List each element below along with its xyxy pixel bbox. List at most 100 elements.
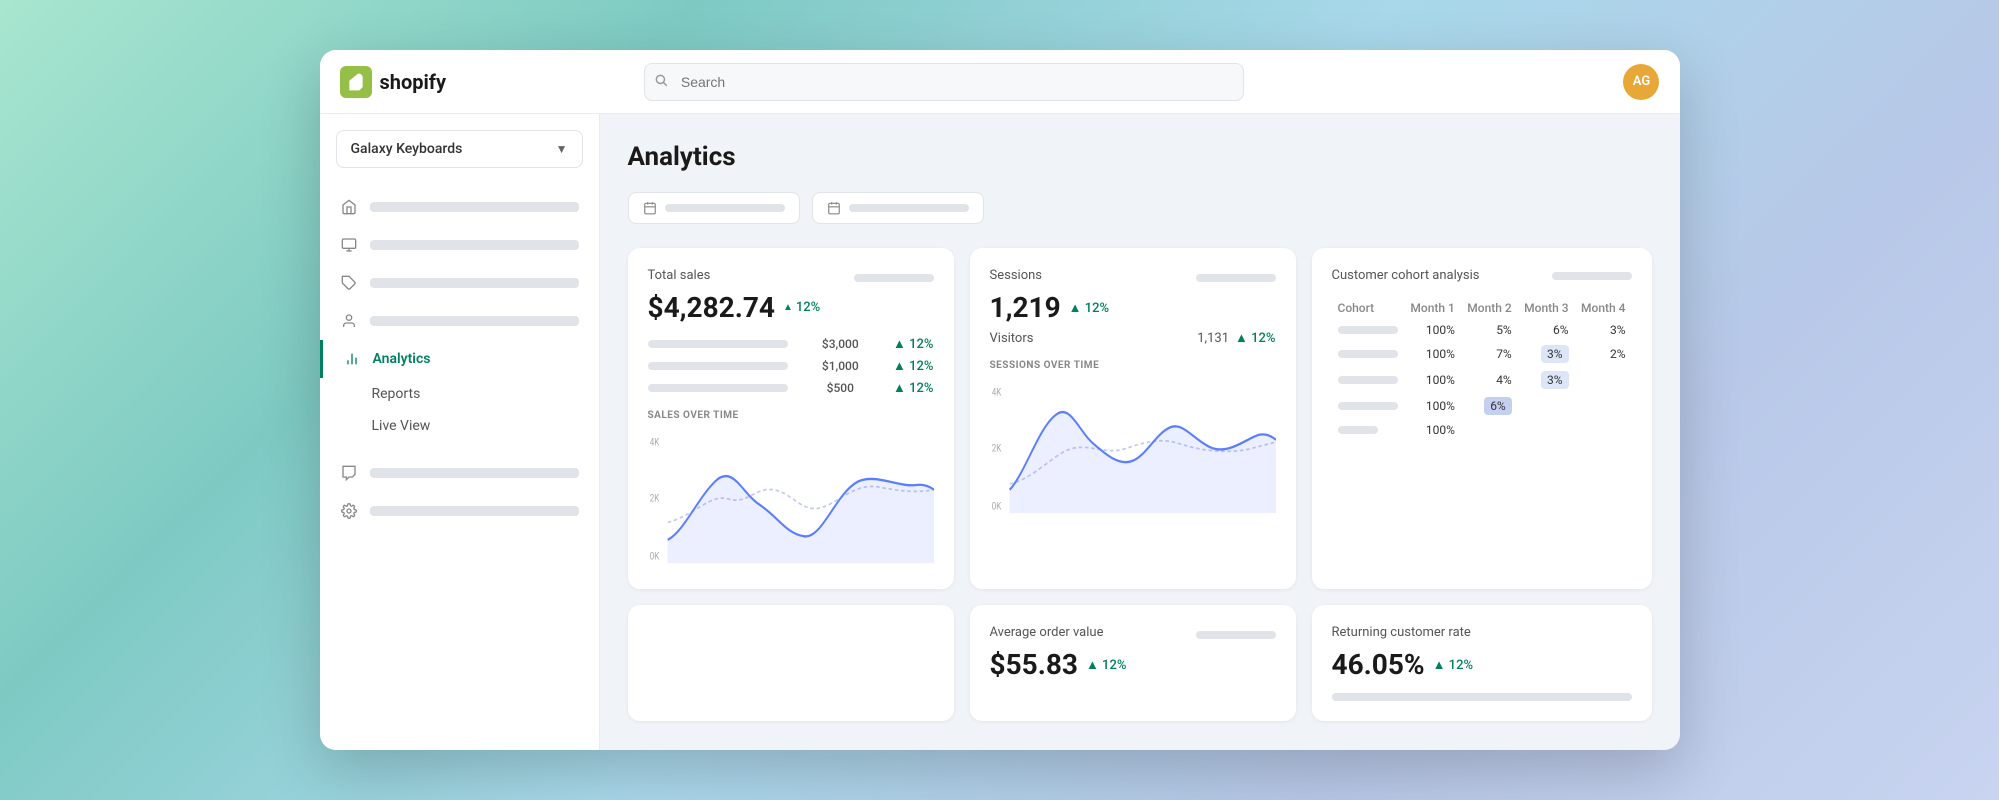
cohort-placeholder [1552,272,1632,280]
svg-text:4K: 4K [649,436,659,448]
svg-text:0K: 0K [649,551,659,563]
returning-rate-value: 46.05% ▲ 12% [1332,648,1632,681]
cohort-table: Cohort Month 1 Month 2 Month 3 Month 4 1… [1332,297,1632,441]
cohort-header-row: Cohort Month 1 Month 2 Month 3 Month 4 [1332,297,1632,319]
cohort-cell: 2% [1575,341,1632,367]
visitors-value: 1,131 ▲ 12% [1197,330,1275,346]
cohort-title-row: Customer cohort analysis [1332,268,1632,283]
search-input[interactable] [644,63,1244,101]
sub-metrics: $3,000 ▲ 12% $1,000 ▲ 12% $500 ▲ 12% [648,336,934,396]
date-filter-end[interactable] [812,192,984,224]
sidebar-item-liveview[interactable]: Live View [372,410,599,442]
cohort-col-0: Cohort [1332,297,1405,319]
cohort-row-3: 100% 4% 3% [1332,367,1632,393]
cohort-row-placeholder [1338,376,1398,384]
sidebar: Galaxy Keyboards ▼ [320,114,600,750]
sessions-value: 1,219 ▲ 12% [990,291,1276,324]
header: shopify AG [320,50,1680,114]
cohort-cell [1575,367,1632,393]
sidebar-item-tags[interactable] [320,264,599,302]
date-filter-start[interactable] [628,192,800,224]
visitors-row: Visitors 1,131 ▲ 12% [990,330,1276,346]
logo-icon [340,66,372,98]
card-title-row: Total sales [648,268,934,287]
returning-rate-title-row: Returning customer rate [1332,625,1632,644]
cohort-card: Customer cohort analysis Cohort Month 1 … [1312,248,1652,589]
cards-grid: Total sales $4,282.74 ▲ 12% [628,248,1652,589]
cohort-row-placeholder [1338,326,1398,334]
sidebar-item-orders[interactable] [320,226,599,264]
sessions-info: 1,219 ▲ 12% Visitors 1,131 ▲ 12% [990,291,1276,346]
sidebar-item-marketing[interactable] [320,454,599,492]
sidebar-item-reports[interactable]: Reports [372,378,599,410]
nav-placeholder [370,240,579,250]
sessions-card: Sessions 1,219 ▲ 12% Visitors [970,248,1296,589]
returning-bar [1332,693,1632,701]
avg-order-badge: ▲ 12% [1086,657,1126,673]
placeholder-card [628,605,954,721]
sub-metric-bar-2 [648,362,788,370]
sub-metric-row-2: $1,000 ▲ 12% [648,358,934,374]
cohort-cell [1518,393,1575,419]
svg-text:2K: 2K [649,492,659,504]
search-icon [654,73,668,91]
cohort-row-5: 100% [1332,419,1632,441]
sub-metric-bar-3 [648,384,788,392]
marketing-icon [340,464,358,482]
visitors-badge: ▲ 12% [1235,330,1275,346]
main-content: Analytics [600,114,1680,750]
orders-icon [340,236,358,254]
card-placeholder [854,274,934,282]
cohort-cell [1461,419,1518,441]
total-sales-title: Total sales [648,268,711,283]
chevron-down-icon: ▼ [556,142,568,156]
calendar-icon-2 [827,201,841,215]
cohort-cell [1575,393,1632,419]
sub-metric-label-1: $3,000 [822,337,859,351]
sessions-title-row: Sessions [990,268,1276,287]
date-placeholder [665,204,785,212]
avg-order-title-row: Average order value [990,625,1276,644]
sidebar-item-home[interactable] [320,188,599,226]
visitors-label: Visitors [990,331,1034,346]
cohort-row-4: 100% 6% [1332,393,1632,419]
nav-placeholder [370,278,579,288]
avatar[interactable]: AG [1623,64,1659,100]
sub-nav: Reports Live View [320,378,599,442]
sidebar-item-analytics[interactable]: Analytics [320,340,599,378]
body: Galaxy Keyboards ▼ [320,114,1680,750]
store-selector[interactable]: Galaxy Keyboards ▼ [336,130,583,168]
cohort-cell [1518,419,1575,441]
customers-icon [340,312,358,330]
home-icon [340,198,358,216]
sessions-chart-label: SESSIONS OVER TIME [990,360,1276,371]
sub-metric-row-3: $500 ▲ 12% [648,380,934,396]
sidebar-item-customers[interactable] [320,302,599,340]
app-window: shopify AG Galaxy Keyboards ▼ [320,50,1680,750]
bottom-cards: Average order value $55.83 ▲ 12% Returni… [628,605,1652,721]
cohort-col-4: Month 4 [1575,297,1632,319]
returning-rate-badge: ▲ 12% [1433,657,1473,673]
sub-metric-bar [648,340,788,348]
sidebar-item-settings[interactable] [320,492,599,530]
date-placeholder-2 [849,204,969,212]
avg-order-placeholder [1196,631,1276,639]
avg-order-value: $55.83 ▲ 12% [990,648,1276,681]
average-order-card: Average order value $55.83 ▲ 12% [970,605,1296,721]
sessions-placeholder [1196,274,1276,282]
sub-metric-row: $3,000 ▲ 12% [648,336,934,352]
nav-placeholder [370,468,579,478]
logo: shopify [340,66,447,98]
cohort-cell: 100% [1404,341,1461,367]
cohort-cell: 6% [1518,319,1575,341]
cohort-col-3: Month 3 [1518,297,1575,319]
cohort-cell: 6% [1461,393,1518,419]
cohort-cell: 4% [1461,367,1518,393]
search-bar [644,63,1244,101]
cohort-col-1: Month 1 [1404,297,1461,319]
logo-text: shopify [380,70,447,94]
date-filters [628,192,1652,224]
cohort-col-2: Month 2 [1461,297,1518,319]
cohort-cell: 100% [1404,319,1461,341]
cohort-row-placeholder [1338,426,1378,434]
